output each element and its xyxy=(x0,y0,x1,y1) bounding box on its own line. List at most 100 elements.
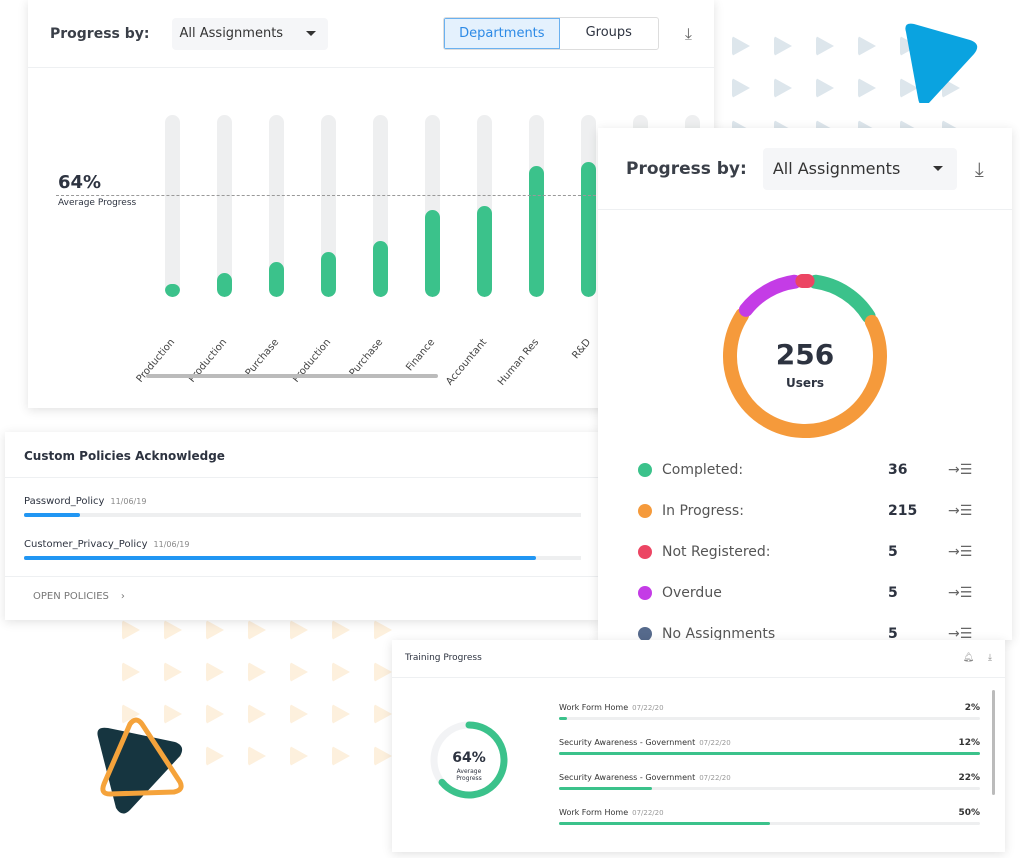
tab-groups[interactable]: Groups xyxy=(560,18,658,49)
play-shape xyxy=(732,78,750,98)
drilldown-icon[interactable]: →☰ xyxy=(948,626,972,640)
training-progress xyxy=(559,752,980,755)
play-shape xyxy=(206,620,224,640)
policy-date: 11/06/19 xyxy=(110,497,147,506)
bar[interactable] xyxy=(217,273,232,297)
training-item[interactable]: Work Form Home 07/22/20 2% xyxy=(559,703,980,720)
training-progress-fill xyxy=(559,717,568,720)
users-total: 256 xyxy=(775,338,835,371)
legend-value: 5 xyxy=(888,585,898,601)
bar-track xyxy=(581,115,596,297)
legend-dot xyxy=(638,627,652,640)
bar[interactable] xyxy=(321,251,336,297)
bar[interactable] xyxy=(373,240,388,297)
training-date: 07/22/20 xyxy=(699,774,731,782)
drilldown-icon[interactable]: →☰ xyxy=(948,585,972,601)
open-policies-link[interactable]: OPEN POLICIES › xyxy=(5,576,600,616)
legend-label: In Progress: xyxy=(662,503,744,519)
bar[interactable] xyxy=(529,165,544,297)
bar[interactable] xyxy=(269,262,284,297)
play-shape xyxy=(816,78,834,98)
policy-item[interactable]: Customer_Privacy_Policy 11/06/19 xyxy=(5,539,600,560)
chevron-down-icon xyxy=(932,166,943,171)
download-icon[interactable]: ⤓ xyxy=(988,653,992,664)
bar-track xyxy=(269,115,284,297)
legend-value: 5 xyxy=(888,544,898,560)
policy-date: 11/06/19 xyxy=(153,540,190,549)
x-tick-label: Accountant xyxy=(444,336,490,388)
assignment-select[interactable]: All Assignments xyxy=(762,147,957,190)
download-icon[interactable]: ⤓ xyxy=(975,157,984,181)
policy-progress xyxy=(24,556,581,560)
play-shape xyxy=(164,620,182,640)
drilldown-icon[interactable]: →☰ xyxy=(948,503,972,519)
play-shape xyxy=(290,620,308,640)
play-shape xyxy=(816,36,834,56)
x-tick-label: Finance xyxy=(404,336,438,374)
policy-progress-fill xyxy=(24,556,537,560)
policies-title: Custom Policies Acknowledge xyxy=(5,432,600,478)
horizontal-scrollbar[interactable] xyxy=(146,374,438,378)
legend-dot xyxy=(638,545,652,559)
play-shape xyxy=(290,662,308,682)
bar-track xyxy=(165,115,180,297)
play-shape xyxy=(374,704,392,724)
play-shape xyxy=(122,620,140,640)
policy-item[interactable]: Password_Policy 11/06/19 xyxy=(5,496,600,517)
average-line xyxy=(56,195,596,196)
training-progress xyxy=(559,717,980,720)
bar[interactable] xyxy=(165,284,180,297)
play-shape xyxy=(248,746,266,766)
x-tick-label: R&D xyxy=(570,336,594,362)
training-percent: 2% xyxy=(964,703,980,713)
download-icon[interactable]: ⤓ xyxy=(685,24,692,44)
training-percent: 22% xyxy=(958,773,980,783)
brand-triangle-blue xyxy=(905,23,978,103)
donut-segment[interactable] xyxy=(738,274,802,317)
play-shape xyxy=(374,746,392,766)
training-progress-fill xyxy=(559,752,980,755)
legend-item: Not Registered: 5 →☰ xyxy=(638,544,978,560)
play-shape xyxy=(332,662,350,682)
progress-by-label: Progress by: xyxy=(50,25,150,42)
training-header: Training Progress 🔔︎ ⤓ xyxy=(392,640,1005,678)
bar-track xyxy=(217,115,232,297)
legend-dot xyxy=(638,504,652,518)
training-name: Security Awareness - Government xyxy=(559,773,696,782)
play-shape xyxy=(774,78,792,98)
drilldown-icon[interactable]: →☰ xyxy=(948,462,972,478)
play-shape xyxy=(774,36,792,56)
training-date: 07/22/20 xyxy=(699,739,731,747)
bar[interactable] xyxy=(425,209,440,297)
training-item[interactable]: Work Form Home 07/22/20 50% xyxy=(559,808,980,825)
legend-label: Overdue xyxy=(662,585,722,601)
training-item[interactable]: Security Awareness - Government 07/22/20 1… xyxy=(559,738,980,755)
tab-departments[interactable]: Departments xyxy=(444,18,560,49)
drilldown-icon[interactable]: →☰ xyxy=(948,544,972,560)
bar[interactable] xyxy=(581,162,596,297)
play-shape xyxy=(332,704,350,724)
open-policies-label: OPEN POLICIES xyxy=(33,591,109,602)
x-tick-label: Human Res xyxy=(496,336,542,388)
play-shape xyxy=(206,746,224,766)
group-by-toggle: Departments Groups xyxy=(443,17,659,50)
policy-progress xyxy=(24,513,581,517)
play-shape xyxy=(206,662,224,682)
training-percent: 12% xyxy=(958,738,980,748)
training-date: 07/22/20 xyxy=(632,704,664,712)
assignment-select[interactable]: All Assignments xyxy=(171,17,328,50)
donut-segment[interactable] xyxy=(808,274,876,324)
bar[interactable] xyxy=(477,206,492,297)
play-shape xyxy=(248,704,266,724)
training-item[interactable]: Security Awareness - Government 07/22/20 2… xyxy=(559,773,980,790)
legend-value: 36 xyxy=(888,462,908,478)
donut-segment[interactable] xyxy=(723,308,887,438)
legend-value: 5 xyxy=(888,626,898,640)
play-shape xyxy=(732,36,750,56)
bar-track xyxy=(373,115,388,297)
training-name: Security Awareness - Government xyxy=(559,738,696,747)
training-avg-label: Average Progress xyxy=(456,768,482,782)
play-shape xyxy=(290,746,308,766)
bell-icon[interactable]: 🔔︎ xyxy=(963,653,974,664)
vertical-scrollbar[interactable] xyxy=(992,690,995,795)
